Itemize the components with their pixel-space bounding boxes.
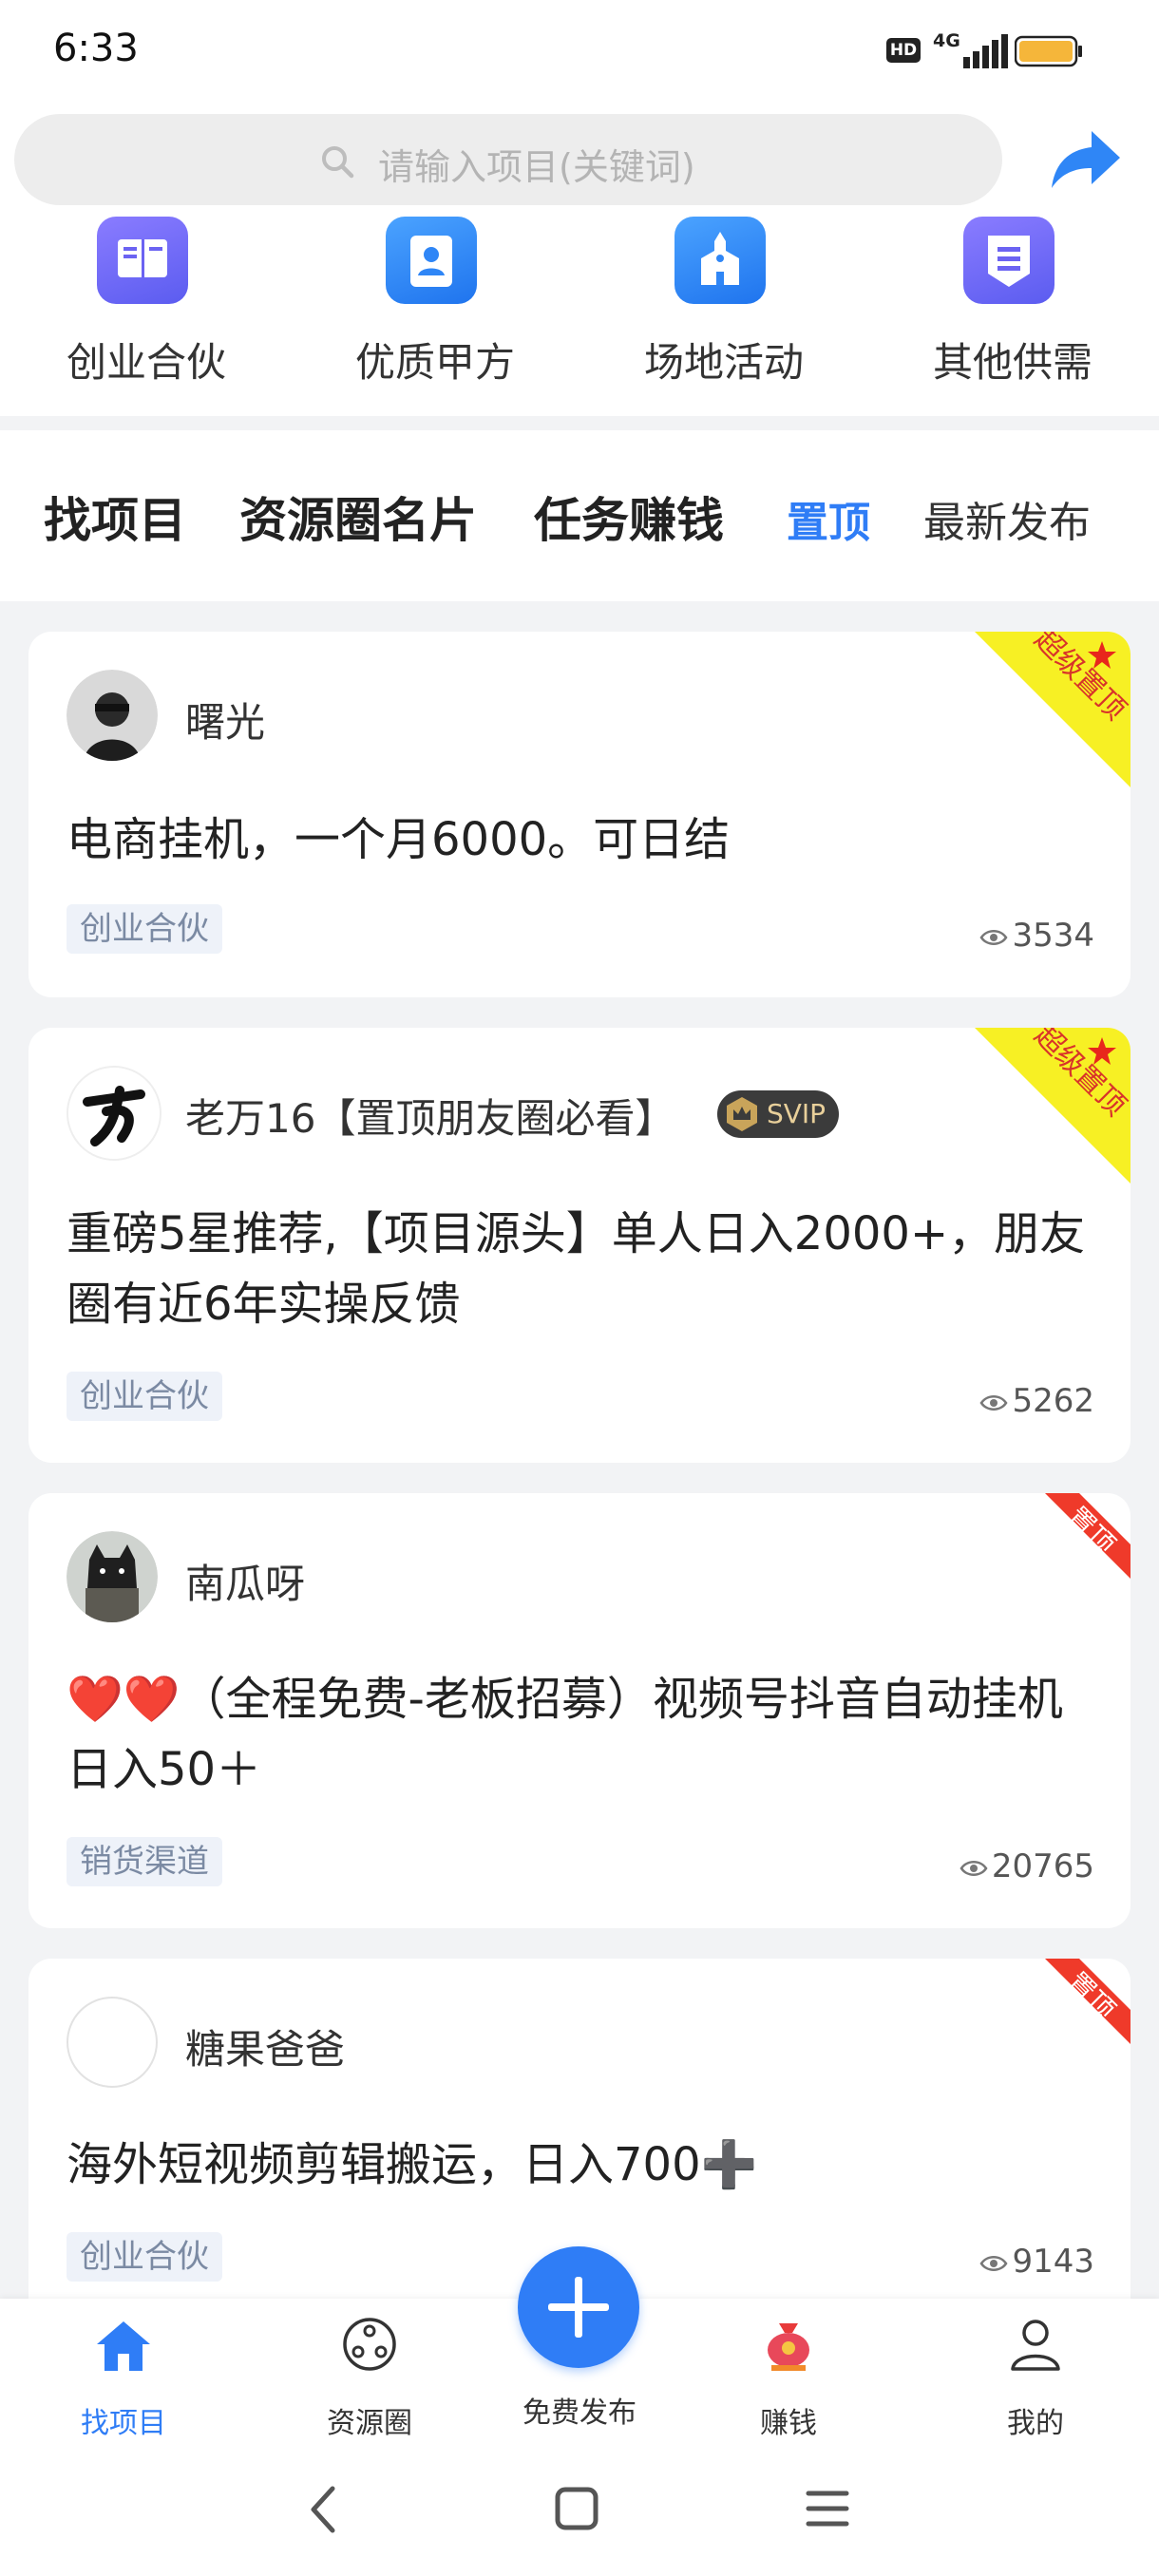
category-tag: 创业合伙 [66, 2232, 222, 2282]
share-icon[interactable] [1050, 129, 1122, 190]
book-icon [97, 217, 188, 304]
menu-icon[interactable] [804, 2485, 851, 2532]
publish-button[interactable] [518, 2246, 639, 2368]
nav-find-project[interactable]: 找项目 [28, 2314, 218, 2440]
crown-icon [727, 1097, 757, 1131]
view-count-value: 20765 [991, 1847, 1094, 1885]
building-icon [674, 217, 766, 304]
category-quality-client[interactable]: 优质甲方 [312, 217, 559, 397]
nav-label: 找项目 [81, 2407, 166, 2440]
post-card[interactable]: 超级置顶 老万16【置顶朋友圈必看】 SVIP 重磅5星推荐,【项目源头】单人日… [28, 1028, 1130, 1463]
nav-mine[interactable]: 我的 [940, 2314, 1130, 2440]
eye-icon [960, 1860, 988, 1876]
tab-task-earn[interactable]: 任务赚钱 [534, 483, 724, 551]
category-tag: 销货渠道 [66, 1837, 222, 1886]
pinned-ribbon: 置顶 [1045, 1959, 1130, 2044]
eye-icon [979, 929, 1008, 945]
view-count: 20765 [960, 1847, 1094, 1885]
tab-find-project[interactable]: 找项目 [44, 483, 186, 551]
post-title[interactable]: ❤️❤️（全程免费-老板招募）视频号抖音自动挂机日入50＋ [66, 1664, 1092, 1805]
username: 南瓜呀 [185, 1561, 306, 1607]
search-icon [322, 146, 354, 179]
avatar[interactable] [66, 1997, 158, 2088]
battery-icon [1015, 35, 1082, 67]
list-badge-icon [963, 217, 1054, 304]
view-count: 3534 [979, 917, 1094, 955]
post-card[interactable]: 置顶 南瓜呀 ❤️❤️（全程免费-老板招募）视频号抖音自动挂机日入50＋ 销货渠… [28, 1493, 1130, 1928]
view-count: 5262 [979, 1382, 1094, 1420]
username: 糖果爸爸 [185, 2026, 346, 2073]
category-venue-event[interactable]: 场地活动 [600, 217, 847, 397]
tab-resource-card[interactable]: 资源圈名片 [239, 483, 477, 551]
super-pinned-ribbon: 超级置顶 [975, 1028, 1130, 1184]
super-pinned-ribbon: 超级置顶 [975, 632, 1130, 787]
view-count: 9143 [979, 2243, 1094, 2281]
category-label: 场地活动 [643, 339, 804, 386]
status-time: 6:33 [53, 27, 139, 70]
post-card[interactable]: 超级置顶 曙光 电商挂机，一个月6000。可日结 创业合伙 3534 [28, 632, 1130, 997]
category-label: 其他供需 [932, 339, 1092, 386]
home-icon [97, 2321, 150, 2371]
category-startup[interactable]: 创业合伙 [23, 217, 270, 397]
person-icon [1011, 2320, 1060, 2371]
svip-label: SVIP [767, 1098, 826, 1129]
svip-badge: SVIP [717, 1090, 839, 1138]
category-label: 创业合伙 [66, 339, 226, 386]
nav-resource-circle[interactable]: 资源圈 [275, 2314, 465, 2440]
tab-latest[interactable]: 最新发布 [923, 488, 1091, 549]
username: 曙光 [185, 699, 266, 746]
post-title[interactable]: 重磅5星推荐,【项目源头】单人日入2000+，朋友圈有近6年实操反馈 [66, 1199, 1092, 1339]
nav-label: 赚钱 [760, 2407, 817, 2440]
circle-network-icon [343, 2318, 396, 2371]
pinned-ribbon: 置顶 [1045, 1493, 1130, 1579]
money-bag-icon [768, 2323, 809, 2371]
home-square-icon[interactable] [553, 2485, 600, 2532]
nav-label: 我的 [1007, 2407, 1064, 2440]
back-icon[interactable] [304, 2481, 342, 2538]
publish-label[interactable]: 免费发布 [484, 2389, 674, 2431]
avatar[interactable] [66, 670, 158, 761]
username: 老万16【置顶朋友圈必看】 [185, 1095, 675, 1142]
eye-icon [979, 2255, 1008, 2271]
tab-pinned[interactable]: 置顶 [787, 488, 870, 549]
category-label: 优质甲方 [354, 339, 515, 386]
avatar[interactable] [66, 1066, 162, 1161]
category-tag: 创业合伙 [66, 904, 222, 954]
plus-icon [548, 2277, 609, 2338]
contact-card-icon [386, 217, 477, 304]
signal-icon [963, 34, 1008, 68]
view-count-value: 3534 [1012, 917, 1094, 955]
network-type: 4G [933, 30, 960, 51]
view-count-value: 9143 [1012, 2243, 1094, 2281]
hd-icon: HD [886, 38, 921, 63]
category-tag: 创业合伙 [66, 1372, 222, 1421]
category-other-supply[interactable]: 其他供需 [889, 217, 1136, 397]
nav-label: 资源圈 [327, 2407, 412, 2440]
post-title[interactable]: 电商挂机，一个月6000。可日结 [66, 805, 1092, 875]
nav-earn[interactable]: 赚钱 [694, 2314, 884, 2440]
post-title[interactable]: 海外短视频剪辑搬运，日入700➕ [66, 2130, 1092, 2200]
eye-icon [979, 1394, 1008, 1411]
view-count-value: 5262 [1012, 1382, 1094, 1420]
avatar[interactable] [66, 1531, 158, 1622]
search-placeholder: 请输入项目(关键词) [378, 146, 695, 188]
